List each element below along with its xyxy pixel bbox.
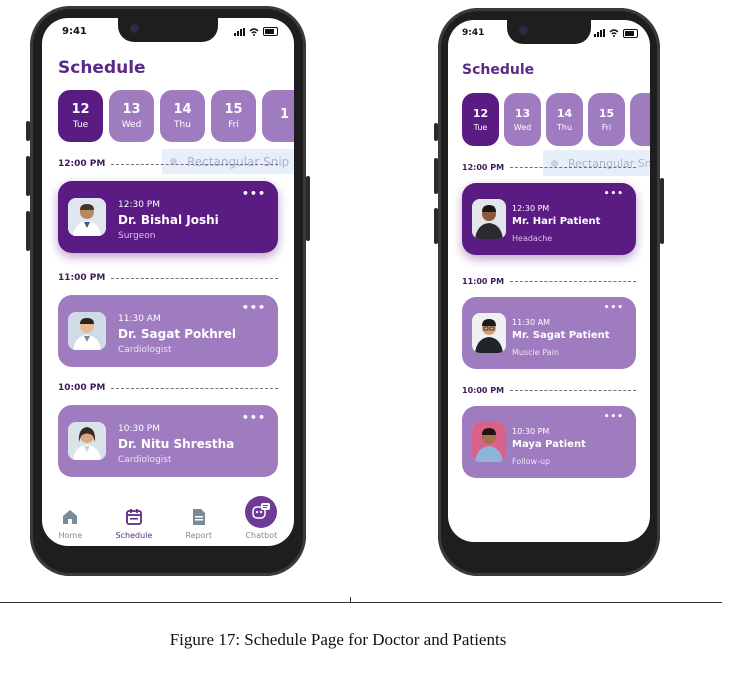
status-bar: 9:41 [62,26,278,37]
date-chip-14[interactable]: 14 Thu [546,93,583,146]
date-chip-12[interactable]: 12 Tue [462,93,499,146]
wifi-icon [249,27,259,36]
date-strip: 12 Tue 13 Wed 14 Thu 15 Fri 1 [58,90,294,142]
time-divider: 12:00 PM [58,159,278,169]
time-divider: 10:00 PM [462,386,636,395]
status-bar: 9:41 [462,28,638,38]
signal-icon [594,29,605,37]
appointment-card[interactable]: ••• 11:30 AM Dr. Sagat Pokhrel Cardiolog… [58,295,278,367]
status-time: 9:41 [462,28,485,38]
horizontal-rule [0,602,722,603]
page-title: Schedule [462,62,535,78]
nav-home[interactable]: Home [59,508,82,540]
patient-avatar [472,313,506,353]
doctor-avatar [68,198,106,236]
home-icon [63,510,78,524]
patient-phone-frame: 9:41 Schedule 12 Tue 13 Wed 14 Thu 15 Fr… [434,8,664,576]
date-chip-12[interactable]: 12 Tue [58,90,103,142]
appointment-card[interactable]: ••• 12:30 PM Dr. Bishal Joshi Surgeon [58,181,278,253]
date-strip: 12 Tue 13 Wed 14 Thu 15 Fri [462,93,650,146]
nav-report[interactable]: Report [186,508,212,540]
date-chip-13[interactable]: 13 Wed [109,90,154,142]
date-chip-15[interactable]: 15 Fri [588,93,625,146]
calendar-icon [125,509,142,525]
page-title: Schedule [58,58,146,78]
appointment-name: Dr. Bishal Joshi [118,213,219,227]
date-chip-13[interactable]: 13 Wed [504,93,541,146]
appointment-name: Dr. Sagat Pokhrel [118,327,236,341]
patient-avatar [472,422,506,462]
chatbot-icon [245,496,278,528]
nav-chatbot[interactable]: Chatbot [245,496,278,540]
appointment-name: Mr. Sagat Patient [512,330,610,341]
date-chip-15[interactable]: 15 Fri [211,90,256,142]
doctor-phone-frame: 9:41 Schedule 12 Tue 13 Wed 14 Thu 15 Fr… [26,6,310,576]
more-options-icon[interactable]: ••• [604,189,624,199]
more-options-icon[interactable]: ••• [604,412,624,422]
date-chip-14[interactable]: 14 Thu [160,90,205,142]
more-options-icon[interactable]: ••• [242,187,266,200]
status-time: 9:41 [62,26,87,37]
time-divider: 12:00 PM [462,163,636,172]
figure-caption: Figure 17: Schedule Page for Doctor and … [169,630,507,649]
patient-avatar [472,199,506,239]
time-divider: 11:00 PM [462,277,636,286]
date-chip-16[interactable]: 1 [262,90,294,142]
doctor-avatar [68,312,106,350]
appointment-name: Maya Patient [512,439,586,450]
signal-icon [234,27,245,36]
doctor-avatar [68,422,106,460]
appointment-name: Dr. Nitu Shrestha [118,437,235,451]
appointment-card[interactable]: ••• 10:30 PM Dr. Nitu Shrestha Cardiolog… [58,405,278,477]
appointment-card[interactable]: ••• 11:30 AM Mr. Sagat Patient Muscle Pa… [462,297,636,369]
wifi-icon [609,29,619,37]
bottom-navigation: Home Schedule Report Chatbot [42,486,294,546]
battery-icon [623,28,638,38]
patient-schedule-screen: 9:41 Schedule 12 Tue 13 Wed 14 Thu 15 Fr… [448,20,650,542]
rule-tick [350,597,351,603]
nav-schedule[interactable]: Schedule [116,508,152,540]
document-icon [192,509,205,525]
time-divider: 10:00 PM [58,383,278,393]
battery-icon [263,27,278,36]
appointment-card[interactable]: ••• 12:30 PM Mr. Hari Patient Headache [462,183,636,255]
more-options-icon[interactable]: ••• [242,301,266,314]
time-divider: 11:00 PM [58,273,278,283]
doctor-schedule-screen: 9:41 Schedule 12 Tue 13 Wed 14 Thu 15 Fr… [42,18,294,546]
more-options-icon[interactable]: ••• [604,303,624,313]
date-chip-16[interactable] [630,93,650,146]
appointment-card[interactable]: ••• 10:30 PM Maya Patient Follow-up [462,406,636,478]
more-options-icon[interactable]: ••• [242,411,266,424]
appointment-name: Mr. Hari Patient [512,216,601,227]
